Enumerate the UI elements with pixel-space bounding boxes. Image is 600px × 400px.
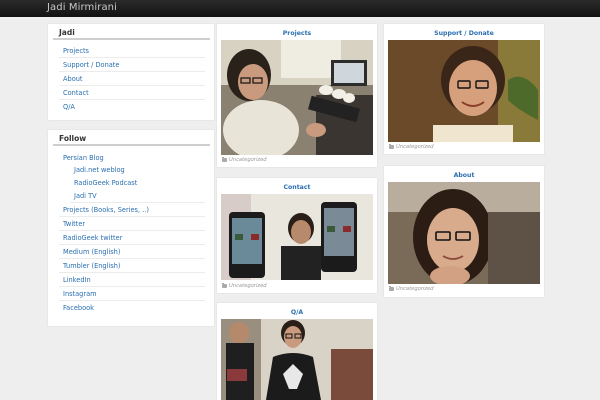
post-meta-support-donate: Uncategorized <box>389 144 434 150</box>
post-card-projects: Projects Uncategorized <box>217 24 377 167</box>
post-meta-about: Uncategorized <box>389 286 434 292</box>
post-title-support-donate[interactable]: Support / Donate <box>384 30 544 37</box>
post-image-about[interactable] <box>388 182 540 284</box>
man-at-computer-desk-photo <box>221 40 373 155</box>
post-card-support-donate: Support / Donate Uncategorized <box>384 24 544 154</box>
post-card-qa: Q/A <box>217 303 377 400</box>
follow-item-jadi-net-weblog[interactable]: Jadi.net weblog <box>70 164 205 177</box>
post-category[interactable]: Uncategorized <box>396 144 434 150</box>
follow-item-projects[interactable]: Projects (Books, Series, ..) <box>59 203 205 217</box>
post-title-projects[interactable]: Projects <box>217 30 377 37</box>
post-image-projects[interactable] <box>221 40 373 155</box>
folder-icon <box>222 283 227 288</box>
man-presenting-at-event-photo <box>221 319 373 400</box>
sidebar-widget-follow: Follow Persian Blog Jadi.net weblog Radi… <box>48 130 214 326</box>
folder-icon <box>222 157 227 162</box>
post-category[interactable]: Uncategorized <box>229 283 267 289</box>
top-navbar: Jadi Mirmirani <box>0 0 600 17</box>
folder-icon <box>389 286 394 291</box>
post-image-support-donate[interactable] <box>388 40 540 142</box>
follow-item-radiogeek-podcast[interactable]: RadioGeek Podcast <box>70 177 205 190</box>
sidebar-widget-jadi: Jadi Projects Support / Donate About Con… <box>48 24 214 120</box>
site-brand[interactable]: Jadi Mirmirani <box>47 2 117 13</box>
widget-title: Jadi <box>59 28 75 37</box>
sidebar-item-contact[interactable]: Contact <box>59 86 205 100</box>
sidebar-item-support-donate[interactable]: Support / Donate <box>59 58 205 72</box>
follow-item-facebook[interactable]: Facebook <box>59 301 205 315</box>
sidebar-item-about[interactable]: About <box>59 72 205 86</box>
man-resting-chin-on-hand-photo <box>388 182 540 284</box>
post-card-contact: Contact Uncategorized <box>217 178 377 293</box>
post-meta-contact: Uncategorized <box>222 283 267 289</box>
sidebar-item-projects[interactable]: Projects <box>59 44 205 58</box>
man-holding-two-phones-photo <box>221 194 373 280</box>
post-title-about[interactable]: About <box>384 172 544 179</box>
post-title-contact[interactable]: Contact <box>217 184 377 191</box>
post-image-qa[interactable] <box>221 319 373 400</box>
widget-title: Follow <box>59 134 87 143</box>
follow-item-jadi-tv[interactable]: Jadi TV <box>70 190 205 203</box>
follow-item-radiogeek-twitter[interactable]: RadioGeek twitter <box>59 231 205 245</box>
follow-item-twitter[interactable]: Twitter <box>59 217 205 231</box>
post-meta-projects: Uncategorized <box>222 157 267 163</box>
follow-item-linkedin[interactable]: LinkedIn <box>59 273 205 287</box>
folder-icon <box>389 144 394 149</box>
follow-item-instagram[interactable]: Instagram <box>59 287 205 301</box>
follow-item-medium[interactable]: Medium (English) <box>59 245 205 259</box>
post-card-about: About Uncategorized <box>384 166 544 297</box>
follow-item-tumbler[interactable]: Tumbler (English) <box>59 259 205 273</box>
post-image-contact[interactable] <box>221 194 373 280</box>
sidebar-item-qa[interactable]: Q/A <box>59 100 205 114</box>
smiling-man-portrait-photo <box>388 40 540 142</box>
post-category[interactable]: Uncategorized <box>396 286 434 292</box>
post-category[interactable]: Uncategorized <box>229 157 267 163</box>
post-title-qa[interactable]: Q/A <box>217 309 377 316</box>
follow-item-persian-blog[interactable]: Persian Blog <box>59 152 205 164</box>
